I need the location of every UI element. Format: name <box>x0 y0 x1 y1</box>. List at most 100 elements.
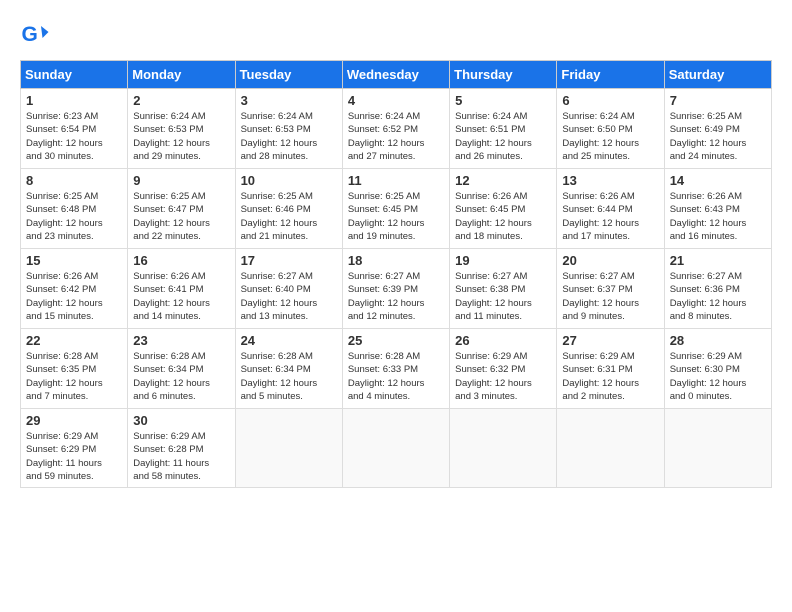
calendar-day: 22 Sunrise: 6:28 AM Sunset: 6:35 PM Dayli… <box>21 329 128 409</box>
calendar-day: 15 Sunrise: 6:26 AM Sunset: 6:42 PM Dayli… <box>21 249 128 329</box>
day-info: Sunrise: 6:28 AM Sunset: 6:35 PM Dayligh… <box>26 350 122 403</box>
calendar-week-row: 22 Sunrise: 6:28 AM Sunset: 6:35 PM Dayli… <box>21 329 772 409</box>
day-info: Sunrise: 6:29 AM Sunset: 6:31 PM Dayligh… <box>562 350 658 403</box>
day-info: Sunrise: 6:27 AM Sunset: 6:40 PM Dayligh… <box>241 270 337 323</box>
day-number: 4 <box>348 93 444 108</box>
day-number: 29 <box>26 413 122 428</box>
day-number: 9 <box>133 173 229 188</box>
day-number: 27 <box>562 333 658 348</box>
calendar-day: 26 Sunrise: 6:29 AM Sunset: 6:32 PM Dayli… <box>450 329 557 409</box>
weekday-header-friday: Friday <box>557 61 664 89</box>
calendar-week-row: 15 Sunrise: 6:26 AM Sunset: 6:42 PM Dayli… <box>21 249 772 329</box>
calendar-day: 27 Sunrise: 6:29 AM Sunset: 6:31 PM Dayli… <box>557 329 664 409</box>
day-info: Sunrise: 6:26 AM Sunset: 6:45 PM Dayligh… <box>455 190 551 243</box>
calendar-day: 2 Sunrise: 6:24 AM Sunset: 6:53 PM Daylig… <box>128 89 235 169</box>
day-number: 1 <box>26 93 122 108</box>
day-number: 13 <box>562 173 658 188</box>
day-number: 22 <box>26 333 122 348</box>
weekday-header-tuesday: Tuesday <box>235 61 342 89</box>
day-info: Sunrise: 6:29 AM Sunset: 6:28 PM Dayligh… <box>133 430 229 483</box>
calendar-day: 5 Sunrise: 6:24 AM Sunset: 6:51 PM Daylig… <box>450 89 557 169</box>
day-info: Sunrise: 6:23 AM Sunset: 6:54 PM Dayligh… <box>26 110 122 163</box>
day-info: Sunrise: 6:25 AM Sunset: 6:46 PM Dayligh… <box>241 190 337 243</box>
day-info: Sunrise: 6:29 AM Sunset: 6:30 PM Dayligh… <box>670 350 766 403</box>
day-info: Sunrise: 6:29 AM Sunset: 6:32 PM Dayligh… <box>455 350 551 403</box>
calendar-week-row: 1 Sunrise: 6:23 AM Sunset: 6:54 PM Daylig… <box>21 89 772 169</box>
calendar-day: 7 Sunrise: 6:25 AM Sunset: 6:49 PM Daylig… <box>664 89 771 169</box>
calendar-day: 8 Sunrise: 6:25 AM Sunset: 6:48 PM Daylig… <box>21 169 128 249</box>
calendar-day: 25 Sunrise: 6:28 AM Sunset: 6:33 PM Dayli… <box>342 329 449 409</box>
calendar-day: 17 Sunrise: 6:27 AM Sunset: 6:40 PM Dayli… <box>235 249 342 329</box>
day-number: 23 <box>133 333 229 348</box>
day-info: Sunrise: 6:25 AM Sunset: 6:45 PM Dayligh… <box>348 190 444 243</box>
calendar-day: 28 Sunrise: 6:29 AM Sunset: 6:30 PM Dayli… <box>664 329 771 409</box>
day-number: 26 <box>455 333 551 348</box>
day-number: 2 <box>133 93 229 108</box>
calendar-day: 20 Sunrise: 6:27 AM Sunset: 6:37 PM Dayli… <box>557 249 664 329</box>
day-number: 10 <box>241 173 337 188</box>
day-info: Sunrise: 6:24 AM Sunset: 6:50 PM Dayligh… <box>562 110 658 163</box>
day-number: 16 <box>133 253 229 268</box>
logo-icon: G <box>20 20 50 50</box>
day-number: 11 <box>348 173 444 188</box>
day-number: 21 <box>670 253 766 268</box>
day-info: Sunrise: 6:25 AM Sunset: 6:48 PM Dayligh… <box>26 190 122 243</box>
calendar-day: 23 Sunrise: 6:28 AM Sunset: 6:34 PM Dayli… <box>128 329 235 409</box>
day-number: 3 <box>241 93 337 108</box>
day-number: 7 <box>670 93 766 108</box>
calendar-day: 21 Sunrise: 6:27 AM Sunset: 6:36 PM Dayli… <box>664 249 771 329</box>
calendar-day <box>342 409 449 488</box>
day-info: Sunrise: 6:25 AM Sunset: 6:49 PM Dayligh… <box>670 110 766 163</box>
calendar-day: 29 Sunrise: 6:29 AM Sunset: 6:29 PM Dayli… <box>21 409 128 488</box>
svg-text:G: G <box>22 23 38 46</box>
day-number: 25 <box>348 333 444 348</box>
logo: G <box>20 20 54 50</box>
day-number: 30 <box>133 413 229 428</box>
calendar-day <box>450 409 557 488</box>
day-number: 24 <box>241 333 337 348</box>
calendar-day: 1 Sunrise: 6:23 AM Sunset: 6:54 PM Daylig… <box>21 89 128 169</box>
day-info: Sunrise: 6:24 AM Sunset: 6:53 PM Dayligh… <box>133 110 229 163</box>
day-number: 14 <box>670 173 766 188</box>
calendar-day: 19 Sunrise: 6:27 AM Sunset: 6:38 PM Dayli… <box>450 249 557 329</box>
day-number: 18 <box>348 253 444 268</box>
calendar-day <box>235 409 342 488</box>
calendar-day: 24Sunrise: 6:28 AM Sunset: 6:34 PM Dayli… <box>235 329 342 409</box>
calendar-day: 13 Sunrise: 6:26 AM Sunset: 6:44 PM Dayli… <box>557 169 664 249</box>
day-info: Sunrise: 6:28 AM Sunset: 6:33 PM Dayligh… <box>348 350 444 403</box>
day-number: 19 <box>455 253 551 268</box>
day-number: 8 <box>26 173 122 188</box>
day-info: Sunrise: 6:27 AM Sunset: 6:37 PM Dayligh… <box>562 270 658 323</box>
day-number: 12 <box>455 173 551 188</box>
day-info: Sunrise: 6:27 AM Sunset: 6:38 PM Dayligh… <box>455 270 551 323</box>
day-number: 17 <box>241 253 337 268</box>
day-info: Sunrise: 6:26 AM Sunset: 6:44 PM Dayligh… <box>562 190 658 243</box>
weekday-header-wednesday: Wednesday <box>342 61 449 89</box>
day-info: Sunrise: 6:24 AM Sunset: 6:51 PM Dayligh… <box>455 110 551 163</box>
calendar-day: 12 Sunrise: 6:26 AM Sunset: 6:45 PM Dayli… <box>450 169 557 249</box>
day-info: Sunrise: 6:28 AM Sunset: 6:34 PM Dayligh… <box>133 350 229 403</box>
calendar-day: 4Sunrise: 6:24 AM Sunset: 6:52 PM Daylig… <box>342 89 449 169</box>
weekday-header-row: SundayMondayTuesdayWednesdayThursdayFrid… <box>21 61 772 89</box>
day-number: 5 <box>455 93 551 108</box>
day-info: Sunrise: 6:25 AM Sunset: 6:47 PM Dayligh… <box>133 190 229 243</box>
day-number: 6 <box>562 93 658 108</box>
day-info: Sunrise: 6:27 AM Sunset: 6:36 PM Dayligh… <box>670 270 766 323</box>
weekday-header-monday: Monday <box>128 61 235 89</box>
day-info: Sunrise: 6:26 AM Sunset: 6:42 PM Dayligh… <box>26 270 122 323</box>
weekday-header-sunday: Sunday <box>21 61 128 89</box>
calendar-day: 11 Sunrise: 6:25 AM Sunset: 6:45 PM Dayli… <box>342 169 449 249</box>
calendar-table: SundayMondayTuesdayWednesdayThursdayFrid… <box>20 60 772 488</box>
weekday-header-saturday: Saturday <box>664 61 771 89</box>
calendar-day: 3Sunrise: 6:24 AM Sunset: 6:53 PM Daylig… <box>235 89 342 169</box>
day-number: 28 <box>670 333 766 348</box>
calendar-day: 6 Sunrise: 6:24 AM Sunset: 6:50 PM Daylig… <box>557 89 664 169</box>
day-number: 20 <box>562 253 658 268</box>
day-number: 15 <box>26 253 122 268</box>
weekday-header-thursday: Thursday <box>450 61 557 89</box>
calendar-week-row: 8 Sunrise: 6:25 AM Sunset: 6:48 PM Daylig… <box>21 169 772 249</box>
calendar-day <box>664 409 771 488</box>
day-info: Sunrise: 6:26 AM Sunset: 6:41 PM Dayligh… <box>133 270 229 323</box>
day-info: Sunrise: 6:26 AM Sunset: 6:43 PM Dayligh… <box>670 190 766 243</box>
day-info: Sunrise: 6:29 AM Sunset: 6:29 PM Dayligh… <box>26 430 122 483</box>
